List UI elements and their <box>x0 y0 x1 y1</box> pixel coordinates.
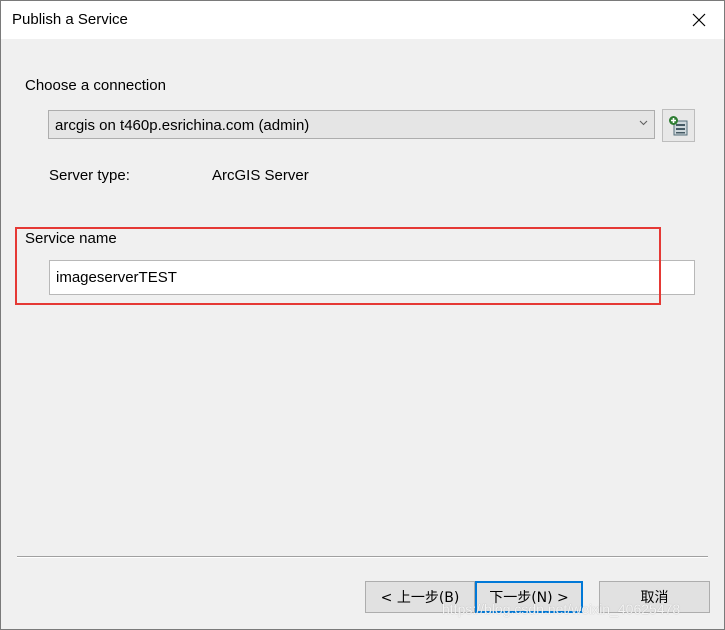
chevron-down-icon <box>639 120 648 126</box>
highlight-annotation <box>15 227 661 305</box>
choose-connection-label: Choose a connection <box>25 77 166 94</box>
watermark: https://blog.csdn.net/weixin_40625478 <box>442 601 681 617</box>
server-type-label: Server type: <box>49 167 130 184</box>
dialog-title: Publish a Service <box>12 11 128 28</box>
close-icon <box>692 13 706 27</box>
add-server-connection-icon <box>668 115 687 135</box>
publish-service-dialog: Publish a Service Choose a connection ar… <box>0 0 725 630</box>
server-type-value: ArcGIS Server <box>212 167 309 184</box>
footer-separator <box>17 556 708 558</box>
add-connection-button[interactable] <box>662 109 695 142</box>
connection-dropdown-value: arcgis on t460p.esrichina.com (admin) <box>55 117 310 134</box>
title-bar: Publish a Service <box>1 1 724 39</box>
close-button[interactable] <box>689 10 709 30</box>
connection-dropdown[interactable]: arcgis on t460p.esrichina.com (admin) <box>48 110 655 139</box>
